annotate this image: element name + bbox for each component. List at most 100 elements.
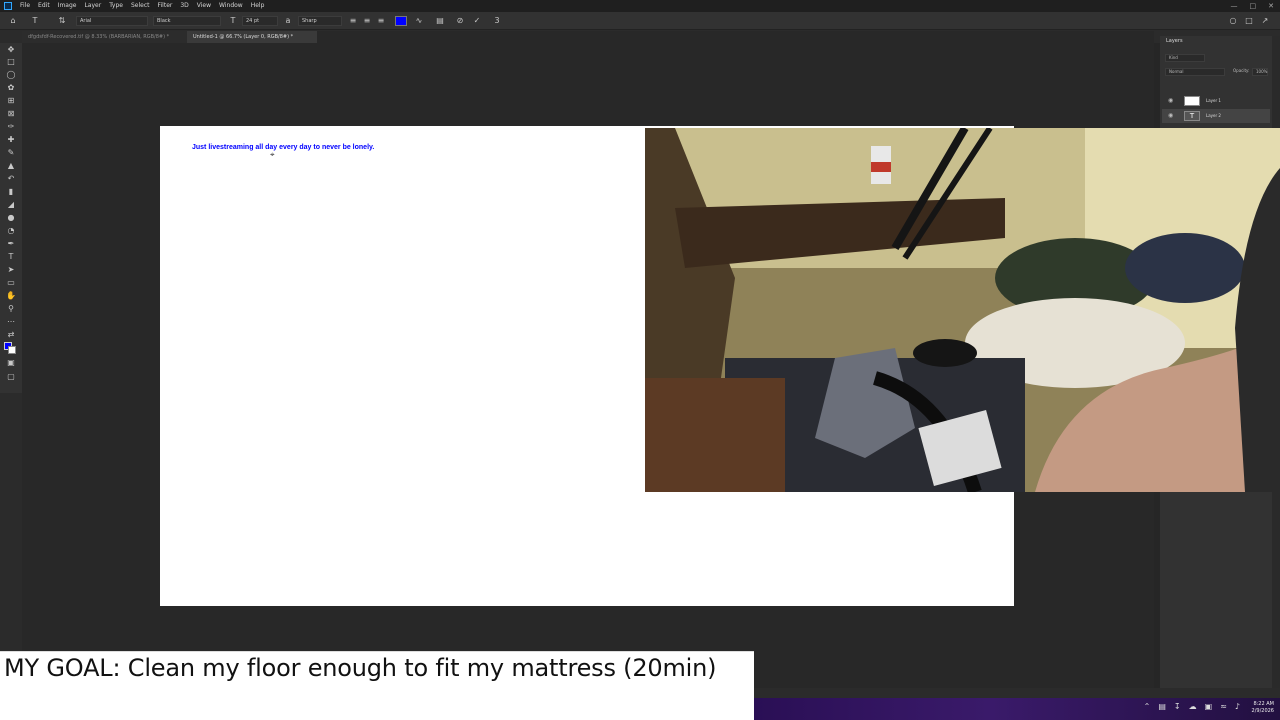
windows-taskbar: ⌃ ▤ ↧ ☁ ▣ ≈ ♪ 8:22 AM 2/9/2026 xyxy=(754,698,1280,720)
system-tray: ⌃ ▤ ↧ ☁ ▣ ≈ ♪ xyxy=(1144,702,1240,711)
path-selection-tool-icon[interactable]: ➤ xyxy=(5,265,17,275)
eyedropper-tool-icon[interactable]: ✑ xyxy=(5,122,17,132)
wifi-icon[interactable]: ≈ xyxy=(1220,702,1227,711)
warp-text-icon[interactable]: ∿ xyxy=(414,16,424,26)
eraser-tool-icon[interactable]: ▮ xyxy=(5,187,17,197)
opacity-label: Opacity: xyxy=(1233,68,1250,73)
clone-stamp-tool-icon[interactable]: ▲ xyxy=(5,161,17,171)
menu-file[interactable]: File xyxy=(16,0,34,12)
layer-name[interactable]: Layer 1 xyxy=(1206,94,1221,108)
layer-row[interactable]: ◉ Layer 1 xyxy=(1162,94,1270,108)
webcam-feed xyxy=(645,128,1280,492)
document-tab-active[interactable]: Untitled-1 @ 66.7% (Layer 0, RGB/8#) * xyxy=(187,31,317,43)
healing-brush-tool-icon[interactable]: ✚ xyxy=(5,135,17,145)
display-icon[interactable]: ▣ xyxy=(1205,702,1213,711)
brush-tool-icon[interactable]: ✎ xyxy=(5,148,17,158)
text-orientation-icon[interactable]: ⇅ xyxy=(57,16,67,26)
clock-date: 2/9/2026 xyxy=(1251,708,1274,714)
menu-filter[interactable]: Filter xyxy=(154,0,177,12)
character-panel-icon[interactable]: ▤ xyxy=(435,16,445,26)
usb-icon[interactable]: ↧ xyxy=(1174,702,1181,711)
commit-check-icon[interactable]: ✓ xyxy=(472,16,482,26)
webcam-scene-illustration xyxy=(645,128,1280,492)
font-size-select[interactable]: 24 pt xyxy=(242,16,278,26)
cancel-icon[interactable]: ⊘ xyxy=(455,16,465,26)
quick-mask-icon[interactable]: ▣ xyxy=(5,358,17,368)
goal-text: MY GOAL: Clean my floor enough to fit my… xyxy=(4,654,717,682)
photoshop-logo-icon[interactable] xyxy=(4,2,12,10)
align-center-icon[interactable]: ≡ xyxy=(362,16,372,26)
layer-thumbnail xyxy=(1184,96,1200,106)
menu-help[interactable]: Help xyxy=(247,0,269,12)
font-style-select[interactable]: Black xyxy=(153,16,221,26)
shape-tool-icon[interactable]: ▭ xyxy=(5,278,17,288)
align-right-icon[interactable]: ≡ xyxy=(376,16,386,26)
type-tool-preset-icon[interactable]: T xyxy=(30,16,40,26)
menu-type[interactable]: Type xyxy=(105,0,127,12)
align-left-icon[interactable]: ≡ xyxy=(348,16,358,26)
document-tab[interactable]: dfgdsfdf-Recovered.tif @ 8.33% (BARBARIA… xyxy=(22,31,187,43)
swap-colors-icon[interactable]: ⇄ xyxy=(5,330,17,340)
marquee-tool-icon[interactable]: □ xyxy=(5,57,17,67)
home-icon[interactable]: ⌂ xyxy=(8,16,18,26)
close-icon[interactable]: ✕ xyxy=(1268,2,1274,10)
pen-tool-icon[interactable]: ✒ xyxy=(5,239,17,249)
maximize-icon[interactable]: □ xyxy=(1250,2,1257,10)
layer-row-selected[interactable]: ◉ T Layer 2 xyxy=(1162,109,1270,123)
volume-icon[interactable]: ♪ xyxy=(1235,702,1240,711)
share-icon[interactable]: ↗ xyxy=(1260,16,1270,26)
hand-tool-icon[interactable]: ✋ xyxy=(5,291,17,301)
options-bar: ⌂ T ⇅ Arial Black T 24 pt a Sharp ≡ ≡ ≡ … xyxy=(0,12,1280,30)
canvas-text-layer[interactable]: Just livestreaming all day every day to … xyxy=(192,144,374,151)
clock-time: 8:22 AM xyxy=(1253,701,1274,707)
antialias-icon: a xyxy=(285,16,291,25)
text-color-swatch[interactable] xyxy=(395,16,407,26)
search-icon[interactable]: ○ xyxy=(1228,16,1238,26)
layers-panel-title[interactable]: Layers xyxy=(1166,38,1183,44)
zoom-tool-icon[interactable]: ⚲ xyxy=(5,304,17,314)
eye-icon[interactable]: ◉ xyxy=(1168,94,1173,108)
font-size-icon: T xyxy=(230,16,236,25)
menu-3d[interactable]: 3D xyxy=(176,0,192,12)
text-cursor-icon: ⌖ xyxy=(270,150,275,159)
dodge-tool-icon[interactable]: ◔ xyxy=(5,226,17,236)
history-brush-tool-icon[interactable]: ↶ xyxy=(5,174,17,184)
blend-mode-select[interactable]: Normal xyxy=(1165,68,1225,76)
frame-tool-icon[interactable]: ⊠ xyxy=(5,109,17,119)
menu-select[interactable]: Select xyxy=(127,0,154,12)
goal-banner: MY GOAL: Clean my floor enough to fit my… xyxy=(0,651,754,720)
3d-icon[interactable]: 3 xyxy=(492,16,502,26)
gradient-tool-icon[interactable]: ◢ xyxy=(5,200,17,210)
eye-icon[interactable]: ◉ xyxy=(1168,109,1173,123)
font-family-select[interactable]: Arial xyxy=(76,16,148,26)
screen-mode-icon[interactable]: ▢ xyxy=(5,372,17,382)
more-tools-icon[interactable]: ⋯ xyxy=(5,317,17,327)
menu-window[interactable]: Window xyxy=(215,0,247,12)
window-controls: — □ ✕ xyxy=(1231,0,1275,12)
minimize-icon[interactable]: — xyxy=(1231,2,1238,10)
layers-panel-footer xyxy=(1154,688,1280,698)
crop-tool-icon[interactable]: ⊞ xyxy=(5,96,17,106)
workspace-icon[interactable]: □ xyxy=(1244,16,1254,26)
cloud-icon[interactable]: ☁ xyxy=(1189,702,1197,711)
tools-panel: ✥ □ ◯ ✿ ⊞ ⊠ ✑ ✚ ✎ ▲ ↶ ▮ ◢ ● ◔ ✒ T ➤ ▭ ✋ … xyxy=(0,43,22,393)
opacity-input[interactable]: 100% xyxy=(1252,68,1268,76)
move-tool-icon[interactable]: ✥ xyxy=(5,45,17,55)
lasso-tool-icon[interactable]: ◯ xyxy=(5,70,17,80)
menu-layer[interactable]: Layer xyxy=(80,0,105,12)
menu-view[interactable]: View xyxy=(193,0,215,12)
taskbar-clock[interactable]: 8:22 AM 2/9/2026 xyxy=(1252,701,1274,715)
type-tool-icon[interactable]: T xyxy=(5,252,17,262)
document-tab-bar: dfgdsfdf-Recovered.tif @ 8.33% (BARBARIA… xyxy=(22,31,1154,43)
menu-image[interactable]: Image xyxy=(54,0,81,12)
quick-select-tool-icon[interactable]: ✿ xyxy=(5,83,17,93)
network-icon[interactable]: ▤ xyxy=(1158,702,1166,711)
menu-bar: File Edit Image Layer Type Select Filter… xyxy=(0,0,1280,12)
background-color-swatch[interactable] xyxy=(8,346,16,354)
menu-edit[interactable]: Edit xyxy=(34,0,54,12)
blur-tool-icon[interactable]: ● xyxy=(5,213,17,223)
chevron-up-icon[interactable]: ⌃ xyxy=(1144,702,1151,711)
antialias-select[interactable]: Sharp xyxy=(298,16,342,26)
layer-filter-search[interactable]: Kind xyxy=(1165,54,1205,62)
layer-name[interactable]: Layer 2 xyxy=(1206,109,1221,123)
